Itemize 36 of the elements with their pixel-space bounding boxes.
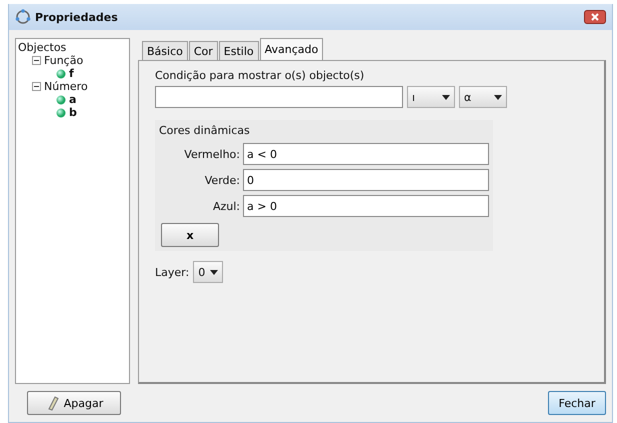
- dropdown-arrow-icon: [210, 270, 218, 274]
- collapse-icon[interactable]: [32, 56, 41, 65]
- clear-button[interactable]: x: [161, 223, 219, 247]
- field-label: Vermelho:: [183, 148, 240, 160]
- tree-item[interactable]: Função: [44, 54, 84, 67]
- object-icon: [56, 68, 66, 78]
- tab[interactable]: Estilo: [218, 41, 259, 60]
- tab[interactable]: Avançado: [260, 38, 324, 60]
- delete-button[interactable]: Apagar: [27, 391, 121, 415]
- close-icon: [590, 12, 600, 22]
- tree-item[interactable]: a: [69, 93, 76, 106]
- app-icon: [15, 9, 31, 25]
- tree-item[interactable]: Objectos: [18, 41, 66, 54]
- field-label: Azul:: [212, 200, 240, 212]
- tree-item[interactable]: Número: [44, 80, 88, 93]
- input-field[interactable]: 0: [243, 169, 489, 191]
- greek-dropdown[interactable]: α: [459, 86, 507, 108]
- condition-label: Condição para mostrar o(s) objecto(s): [155, 69, 366, 82]
- close-button[interactable]: [584, 10, 606, 24]
- tab[interactable]: Cor: [188, 41, 218, 60]
- condition-field[interactable]: [155, 86, 403, 108]
- tab[interactable]: Básico: [142, 41, 188, 60]
- layer-label: Layer:: [155, 266, 190, 278]
- collapse-icon[interactable]: [32, 82, 41, 91]
- symbol-dropdown[interactable]: ı: [407, 86, 455, 108]
- input-field[interactable]: a > 0: [243, 195, 489, 217]
- layer-dropdown[interactable]: 0: [193, 261, 224, 283]
- dropdown-arrow-icon: [442, 94, 450, 100]
- field-label: Verde:: [204, 174, 240, 186]
- close-button[interactable]: Fechar: [548, 391, 606, 415]
- window-title: Propriedades: [35, 10, 118, 24]
- input-field[interactable]: a < 0: [243, 143, 489, 165]
- dropdown-arrow-icon: [494, 94, 502, 100]
- tree-item[interactable]: f: [69, 67, 74, 80]
- section-title: Cores dinâmicas: [159, 124, 251, 137]
- tree-item[interactable]: b: [69, 106, 77, 119]
